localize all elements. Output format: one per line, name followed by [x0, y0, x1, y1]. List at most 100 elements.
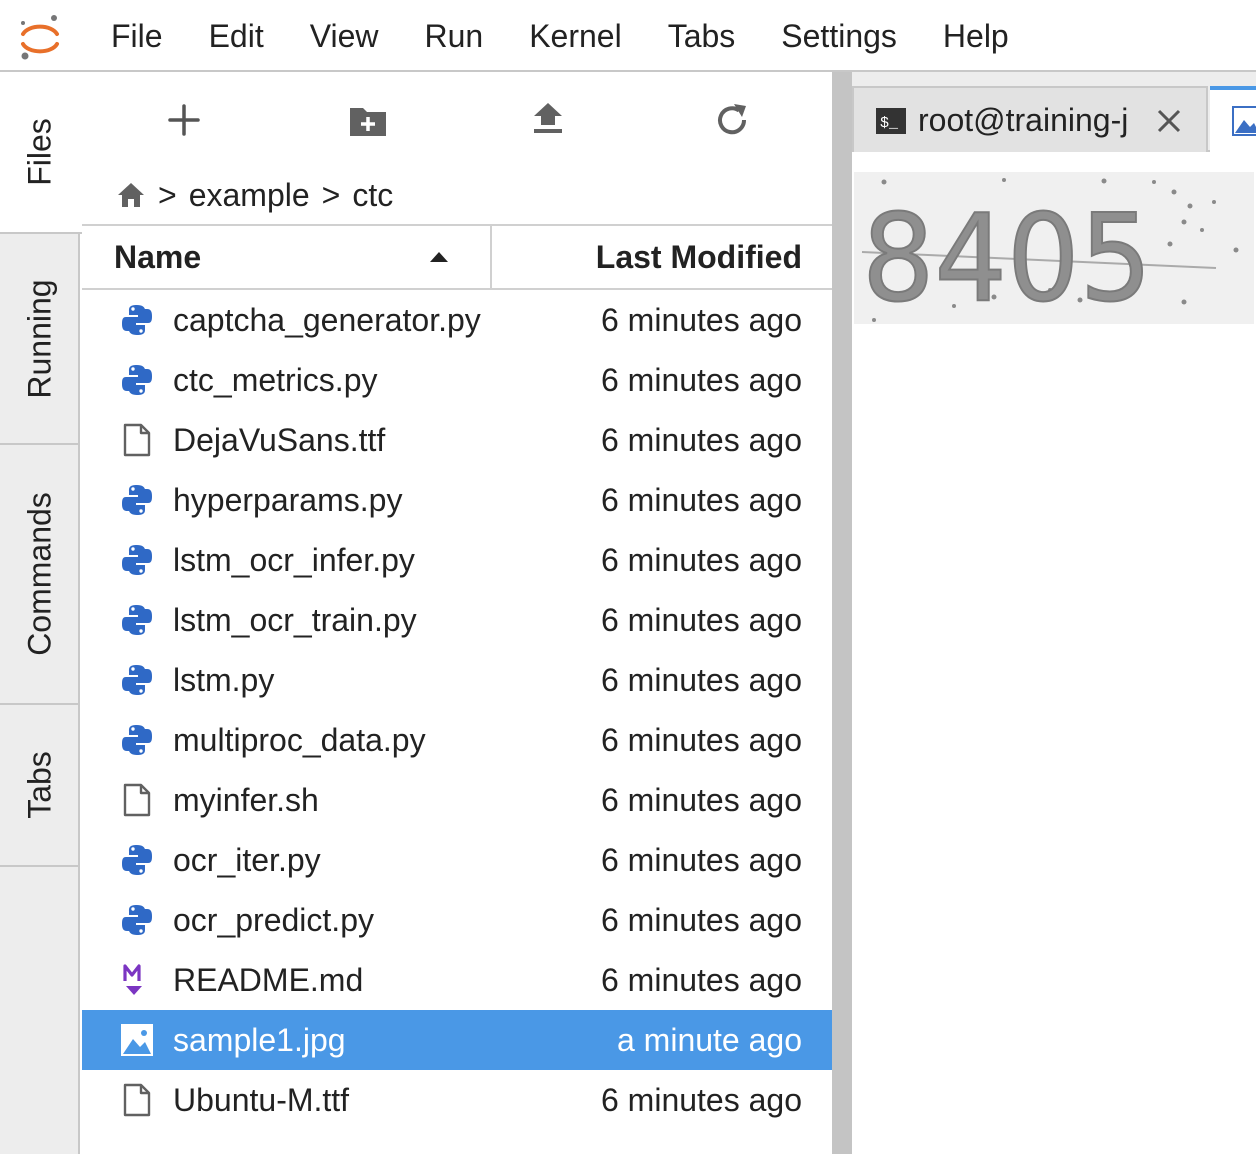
file-name: DejaVuSans.ttf: [173, 422, 386, 458]
file-list-row[interactable]: lstm_ocr_infer.py 6 minutes ago: [82, 530, 832, 590]
plus-icon[interactable]: [164, 100, 204, 140]
file-name: multiproc_data.py: [173, 722, 426, 758]
menu-help[interactable]: Help: [920, 0, 1032, 72]
menu-tabs[interactable]: Tabs: [645, 0, 759, 72]
file-name: lstm_ocr_train.py: [173, 602, 417, 638]
file-list-row[interactable]: ocr_predict.py 6 minutes ago: [82, 890, 832, 950]
file-last-modified: 6 minutes ago: [600, 902, 802, 938]
tab-terminal-label: root@training-j: [918, 102, 1129, 138]
svg-text:$_: $_: [880, 115, 899, 132]
panel-splitter[interactable]: [832, 72, 852, 1154]
document-tab-bar: $_ root@training-j: [852, 72, 1256, 152]
file-name: README.md: [173, 962, 364, 998]
file-list-row[interactable]: hyperparams.py 6 minutes ago: [82, 470, 832, 530]
column-divider[interactable]: [490, 226, 492, 288]
image-icon: [120, 1023, 154, 1057]
sidebar-tab-files[interactable]: Files: [0, 72, 82, 234]
file-list-row[interactable]: myinfer.sh 6 minutes ago: [82, 770, 832, 830]
python-icon: [120, 723, 154, 757]
breadcrumb: > example > ctc: [116, 172, 393, 218]
menu-edit[interactable]: Edit: [186, 0, 287, 72]
python-icon: [120, 843, 154, 877]
sidebar-tab-commands[interactable]: Commands: [0, 445, 80, 705]
breadcrumb-separator: >: [321, 176, 341, 213]
menu-view[interactable]: View: [287, 0, 402, 72]
file-list-row[interactable]: DejaVuSans.ttf 6 minutes ago: [82, 410, 832, 470]
file-last-modified: 6 minutes ago: [600, 362, 802, 398]
upload-icon[interactable]: [528, 100, 568, 140]
file-last-modified: 6 minutes ago: [600, 602, 802, 638]
python-icon: [120, 603, 154, 637]
breadcrumb-separator: >: [158, 176, 177, 213]
file-last-modified: 6 minutes ago: [600, 722, 802, 758]
file-icon: [120, 783, 154, 817]
menu-bar: File Edit View Run Kernel Tabs Settings …: [0, 0, 1256, 72]
python-icon: [120, 663, 154, 697]
python-icon: [120, 303, 154, 337]
terminal-icon: $_: [876, 108, 906, 134]
file-last-modified: 6 minutes ago: [600, 782, 802, 818]
file-list-row[interactable]: Ubuntu-M.ttf 6 minutes ago: [82, 1070, 832, 1130]
file-name: hyperparams.py: [173, 482, 403, 518]
menu-file[interactable]: File: [88, 0, 186, 72]
home-icon[interactable]: [116, 180, 146, 210]
file-list-row[interactable]: multiproc_data.py 6 minutes ago: [82, 710, 832, 770]
file-browser-toolbar: [82, 72, 832, 172]
file-list-row[interactable]: lstm.py 6 minutes ago: [82, 650, 832, 710]
menu-run[interactable]: Run: [401, 0, 506, 72]
file-last-modified: 6 minutes ago: [600, 1082, 802, 1118]
menu-settings[interactable]: Settings: [758, 0, 920, 72]
sidebar-tab-running[interactable]: Running: [0, 234, 80, 445]
file-last-modified: 6 minutes ago: [600, 962, 802, 998]
sidebar-tab-commands-label: Commands: [21, 492, 58, 656]
file-name: sample1.jpg: [173, 1022, 346, 1058]
column-header-name[interactable]: Name: [114, 226, 201, 288]
file-last-modified: 6 minutes ago: [600, 302, 802, 338]
file-list-header: Name Last Modified: [82, 224, 832, 290]
sidebar-tab-files-label: Files: [21, 118, 58, 186]
file-list-row[interactable]: lstm_ocr_train.py 6 minutes ago: [82, 590, 832, 650]
close-icon[interactable]: [1154, 106, 1184, 136]
file-name: lstm_ocr_infer.py: [173, 542, 415, 578]
file-last-modified: 6 minutes ago: [600, 422, 802, 458]
file-icon: [120, 423, 154, 457]
file-name: ocr_predict.py: [173, 902, 374, 938]
file-list-row[interactable]: README.md 6 minutes ago: [82, 950, 832, 1010]
breadcrumb-ctc[interactable]: ctc: [352, 177, 393, 214]
main-menu: File Edit View Run Kernel Tabs Settings …: [88, 0, 1032, 72]
file-last-modified: 6 minutes ago: [600, 662, 802, 698]
menu-kernel[interactable]: Kernel: [506, 0, 645, 72]
file-last-modified: a minute ago: [616, 1022, 802, 1058]
file-list: captcha_generator.py 6 minutes ago ctc_met…: [82, 290, 832, 1130]
sidebar-tab-tabs[interactable]: Tabs: [0, 705, 80, 867]
python-icon: [120, 543, 154, 577]
tab-image-viewer[interactable]: [1210, 86, 1256, 152]
tab-terminal[interactable]: $_ root@training-j: [852, 86, 1208, 152]
python-icon: [120, 363, 154, 397]
captcha-image: 8405: [854, 172, 1254, 324]
file-name: myinfer.sh: [173, 782, 319, 818]
file-list-row[interactable]: ocr_iter.py 6 minutes ago: [82, 830, 832, 890]
file-browser: > example > ctc Name Last Modified captc…: [82, 72, 832, 1154]
file-list-row[interactable]: ctc_metrics.py 6 minutes ago: [82, 350, 832, 410]
file-last-modified: 6 minutes ago: [600, 542, 802, 578]
file-list-row[interactable]: sample1.jpg a minute ago: [82, 1010, 832, 1070]
python-icon: [120, 903, 154, 937]
file-name: ocr_iter.py: [173, 842, 321, 878]
file-icon: [120, 1083, 154, 1117]
file-list-row[interactable]: captcha_generator.py 6 minutes ago: [82, 290, 832, 350]
refresh-icon[interactable]: [712, 100, 752, 140]
file-name: Ubuntu-M.ttf: [173, 1082, 350, 1118]
file-name: lstm.py: [173, 662, 275, 698]
file-name: captcha_generator.py: [173, 302, 481, 338]
sort-ascending-icon[interactable]: [430, 252, 448, 262]
markdown-icon: [120, 963, 154, 997]
image-icon: [1232, 106, 1256, 136]
main-area: $_ root@training-j 8405: [852, 72, 1256, 1154]
jupyter-logo-icon[interactable]: [14, 12, 66, 64]
column-header-last-modified[interactable]: Last Modified: [596, 226, 802, 288]
python-icon: [120, 483, 154, 517]
new-folder-icon[interactable]: [348, 100, 388, 140]
breadcrumb-example[interactable]: example: [189, 177, 310, 214]
sidebar-tab-bar: Files Running Commands Tabs: [0, 72, 82, 1154]
